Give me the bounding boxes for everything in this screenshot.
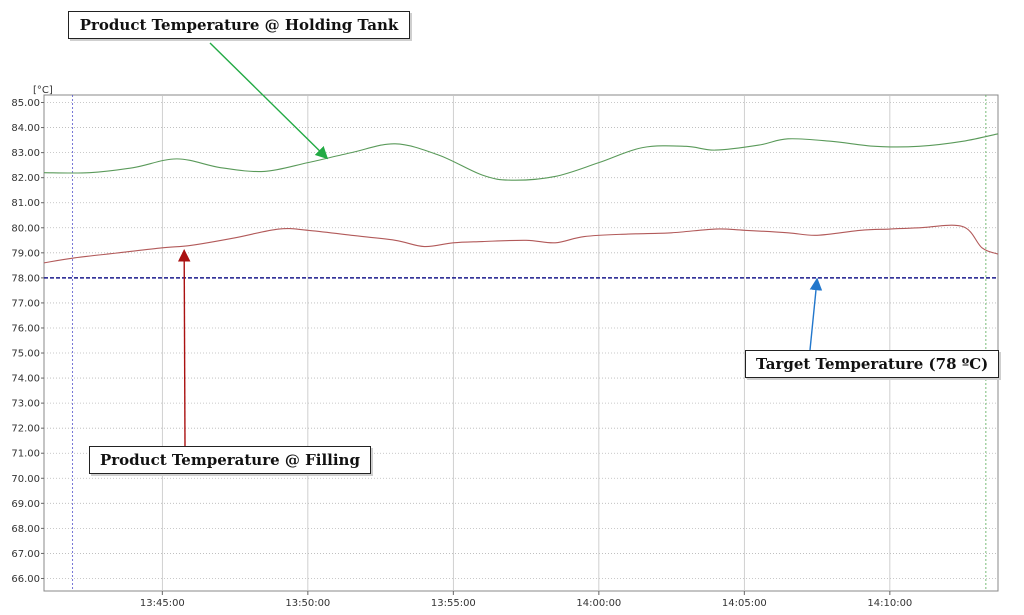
arrow-filling: [177, 249, 191, 447]
y-tick-label: 70.00: [11, 474, 40, 485]
y-tick-label: 80.00: [11, 223, 40, 234]
temperature-chart: 66.00 67.00 68.00 69.00 70.00 71.00 72.00 73.00…: [11, 42, 999, 609]
y-tick-label: 69.00: [11, 499, 40, 510]
callout-filling: Product Temperature @ Filling: [89, 446, 371, 474]
x-tick-label: 14:00:00: [576, 598, 621, 609]
x-tick-label: 13:45:00: [140, 598, 185, 609]
y-tick-label: 81.00: [11, 198, 40, 209]
y-tick-label: 66.00: [11, 574, 40, 585]
y-tick-label: 67.00: [11, 549, 40, 560]
y-tick-label: 75.00: [11, 349, 40, 360]
x-axis-ticks: 13:45:00 13:50:00 13:55:00 14:00:00 14:05:00…: [140, 591, 912, 609]
y-tick-label: 77.00: [11, 298, 40, 309]
y-tick-label: 74.00: [11, 374, 40, 385]
y-tick-label: 82.00: [11, 173, 40, 184]
y-tick-label: 76.00: [11, 323, 40, 334]
y-tick-label: 79.00: [11, 248, 40, 259]
plot-area: [43, 94, 999, 592]
y-tick-label: 71.00: [11, 449, 40, 460]
y-axis-ticks: 66.00 67.00 68.00 69.00 70.00 71.00 72.00 73.00…: [11, 98, 44, 585]
x-tick-label: 13:55:00: [431, 598, 476, 609]
callout-holding-tank: Product Temperature @ Holding Tank: [68, 11, 410, 39]
y-tick-label: 85.00: [11, 98, 40, 109]
y-tick-label: 84.00: [11, 123, 40, 134]
y-tick-label: 68.00: [11, 524, 40, 535]
callout-target: Target Temperature (78 ºC): [745, 350, 1000, 378]
x-tick-label: 14:10:00: [867, 598, 912, 609]
y-axis-unit: [°C]: [33, 85, 53, 96]
x-tick-label: 13:50:00: [285, 598, 330, 609]
y-tick-label: 73.00: [11, 399, 40, 410]
y-tick-label: 83.00: [11, 148, 40, 159]
y-tick-label: 72.00: [11, 424, 40, 435]
x-tick-label: 14:05:00: [722, 598, 767, 609]
y-tick-label: 78.00: [11, 273, 40, 284]
